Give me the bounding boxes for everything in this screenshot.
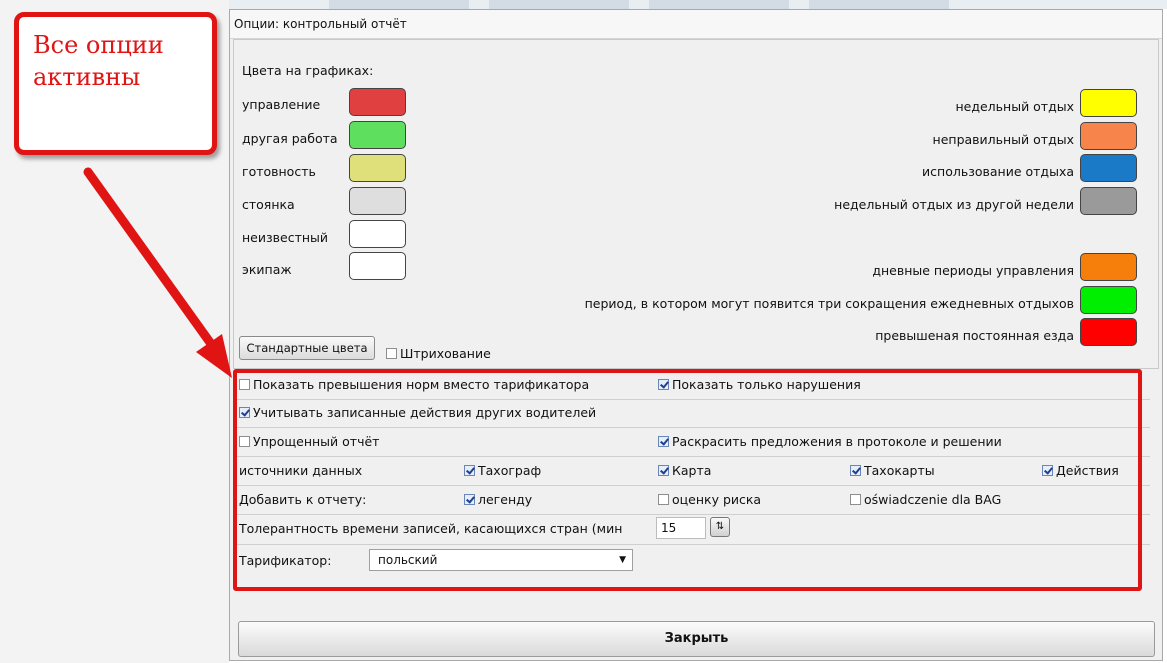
color-swatch-daily-driving-periods[interactable]	[1080, 253, 1137, 281]
background-toolbar	[229, 0, 1167, 9]
color-swatch-weekly-rest[interactable]	[1080, 89, 1137, 117]
checkbox-icon[interactable]	[386, 348, 397, 359]
color-label-wrong-rest: неправильный отдых	[932, 132, 1074, 147]
background-tab	[489, 0, 629, 9]
color-swatch-availability[interactable]	[349, 154, 406, 182]
color-label-weekly-rest-other-week: недельный отдых из другой недели	[834, 197, 1074, 212]
color-label-weekly-rest: недельный отдых	[955, 99, 1074, 114]
color-swatch-other-work[interactable]	[349, 121, 406, 149]
background-tab	[649, 0, 789, 9]
dialog-titlebar: Опции: контрольный отчёт	[230, 10, 1162, 39]
color-label-rest-use: использование отдыха	[922, 164, 1074, 179]
colors-panel: Цвета на графиках: управление другая раб…	[233, 39, 1159, 369]
color-swatch-wrong-rest[interactable]	[1080, 122, 1137, 150]
color-swatch-parking[interactable]	[349, 187, 406, 215]
color-swatch-crew[interactable]	[349, 252, 406, 280]
color-swatch-three-reductions-period[interactable]	[1080, 286, 1137, 314]
color-swatch-exceeded-continuous-driving[interactable]	[1080, 318, 1137, 346]
color-swatch-weekly-rest-other-week[interactable]	[1080, 187, 1137, 215]
color-label-three-reductions-period: период, в котором могут появится три сок…	[584, 296, 1074, 311]
close-button[interactable]: Закрыть	[238, 621, 1155, 657]
hatching-label: Штрихование	[400, 346, 491, 361]
highlight-frame	[233, 369, 1142, 591]
background-tab	[329, 0, 469, 9]
background-tab	[809, 0, 949, 9]
color-swatch-rest-use[interactable]	[1080, 154, 1137, 182]
color-label-daily-driving-periods: дневные периоды управления	[872, 263, 1074, 278]
hatching-checkbox[interactable]: Штрихование	[386, 346, 491, 361]
annotation-arrow-icon	[83, 167, 232, 378]
color-swatch-driving[interactable]	[349, 88, 406, 116]
color-label-exceeded-continuous-driving: превышеная постоянная езда	[875, 328, 1074, 343]
colors-heading: Цвета на графиках:	[242, 63, 374, 78]
color-swatch-unknown[interactable]	[349, 220, 406, 248]
